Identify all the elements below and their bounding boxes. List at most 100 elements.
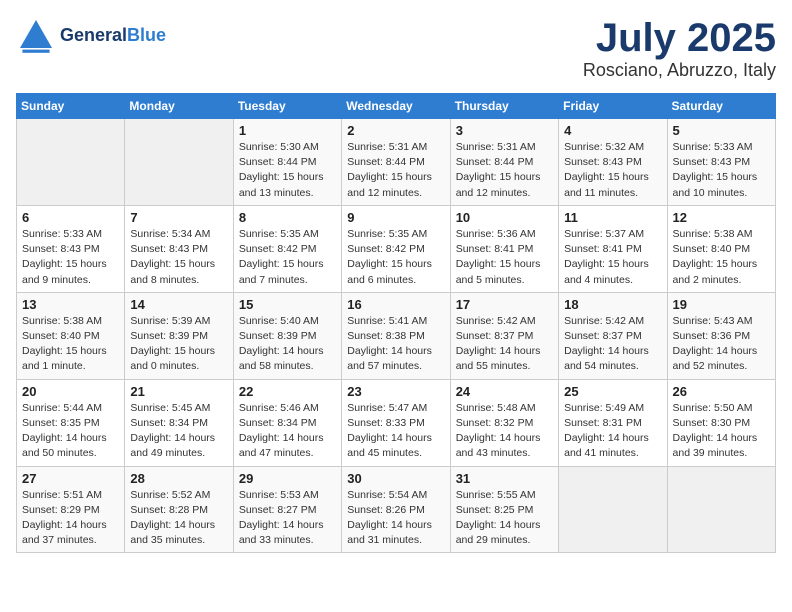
day-info: Sunrise: 5:51 AMSunset: 8:29 PMDaylight:… [22,488,119,549]
col-friday: Friday [559,94,667,119]
month-title: July 2025 [583,16,776,60]
col-sunday: Sunday [17,94,125,119]
table-row: 7 Sunrise: 5:34 AMSunset: 8:43 PMDaylight… [125,205,233,292]
day-number: 8 [239,210,336,225]
table-row: 30 Sunrise: 5:54 AMSunset: 8:26 PMDayligh… [342,466,450,553]
day-number: 28 [130,471,227,486]
day-number: 7 [130,210,227,225]
table-row [125,119,233,206]
day-number: 2 [347,123,444,138]
day-info: Sunrise: 5:50 AMSunset: 8:30 PMDaylight:… [673,401,770,462]
day-info: Sunrise: 5:31 AMSunset: 8:44 PMDaylight:… [347,140,444,201]
day-info: Sunrise: 5:45 AMSunset: 8:34 PMDaylight:… [130,401,227,462]
col-wednesday: Wednesday [342,94,450,119]
table-row: 21Sunrise: 5:45 AMSunset: 8:34 PMDayligh… [125,379,233,466]
day-number: 31 [456,471,553,486]
day-info: Sunrise: 5:55 AMSunset: 8:25 PMDaylight:… [456,488,553,549]
day-info: Sunrise: 5:54 AMSunset: 8:26 PMDaylight:… [347,488,444,549]
day-info: Sunrise: 5:41 AMSunset: 8:38 PMDaylight:… [347,314,444,375]
table-row: 12Sunrise: 5:38 AMSunset: 8:40 PMDayligh… [667,205,775,292]
title-section: July 2025 Rosciano, Abruzzo, Italy [583,16,776,81]
table-row: 1 Sunrise: 5:30 AMSunset: 8:44 PMDaylight… [233,119,341,206]
day-number: 25 [564,384,661,399]
table-row: 31 Sunrise: 5:55 AMSunset: 8:25 PMDayligh… [450,466,558,553]
day-info: Sunrise: 5:39 AMSunset: 8:39 PMDaylight:… [130,314,227,375]
table-row [667,466,775,553]
day-number: 3 [456,123,553,138]
table-row: 6 Sunrise: 5:33 AMSunset: 8:43 PMDaylight… [17,205,125,292]
day-number: 1 [239,123,336,138]
day-number: 6 [22,210,119,225]
col-monday: Monday [125,94,233,119]
day-info: Sunrise: 5:37 AMSunset: 8:41 PMDaylight:… [564,227,661,288]
day-info: Sunrise: 5:43 AMSunset: 8:36 PMDaylight:… [673,314,770,375]
table-row: 27 Sunrise: 5:51 AMSunset: 8:29 PMDayligh… [17,466,125,553]
calendar-week-row: 27 Sunrise: 5:51 AMSunset: 8:29 PMDayligh… [17,466,776,553]
table-row: 23 Sunrise: 5:47 AMSunset: 8:33 PMDayligh… [342,379,450,466]
day-info: Sunrise: 5:31 AMSunset: 8:44 PMDaylight:… [456,140,553,201]
day-info: Sunrise: 5:49 AMSunset: 8:31 PMDaylight:… [564,401,661,462]
day-number: 11 [564,210,661,225]
table-row: 29Sunrise: 5:53 AMSunset: 8:27 PMDayligh… [233,466,341,553]
logo-general-text: GeneralBlue [60,26,166,46]
day-number: 19 [673,297,770,312]
table-row: 4Sunrise: 5:32 AMSunset: 8:43 PMDaylight… [559,119,667,206]
day-number: 29 [239,471,336,486]
location-title: Rosciano, Abruzzo, Italy [583,60,776,81]
day-number: 24 [456,384,553,399]
col-tuesday: Tuesday [233,94,341,119]
day-number: 26 [673,384,770,399]
day-info: Sunrise: 5:35 AMSunset: 8:42 PMDaylight:… [239,227,336,288]
table-row: 9 Sunrise: 5:35 AMSunset: 8:42 PMDaylight… [342,205,450,292]
day-info: Sunrise: 5:46 AMSunset: 8:34 PMDaylight:… [239,401,336,462]
table-row: 14 Sunrise: 5:39 AMSunset: 8:39 PMDayligh… [125,292,233,379]
table-row: 16 Sunrise: 5:41 AMSunset: 8:38 PMDayligh… [342,292,450,379]
day-info: Sunrise: 5:47 AMSunset: 8:33 PMDaylight:… [347,401,444,462]
day-info: Sunrise: 5:42 AMSunset: 8:37 PMDaylight:… [564,314,661,375]
day-number: 20 [22,384,119,399]
col-saturday: Saturday [667,94,775,119]
day-number: 22 [239,384,336,399]
col-thursday: Thursday [450,94,558,119]
day-info: Sunrise: 5:48 AMSunset: 8:32 PMDaylight:… [456,401,553,462]
day-info: Sunrise: 5:30 AMSunset: 8:44 PMDaylight:… [239,140,336,201]
day-number: 13 [22,297,119,312]
day-number: 15 [239,297,336,312]
day-number: 18 [564,297,661,312]
day-number: 27 [22,471,119,486]
table-row: 13 Sunrise: 5:38 AMSunset: 8:40 PMDayligh… [17,292,125,379]
day-number: 17 [456,297,553,312]
calendar-header-row: Sunday Monday Tuesday Wednesday Thursday… [17,94,776,119]
table-row: 26 Sunrise: 5:50 AMSunset: 8:30 PMDayligh… [667,379,775,466]
table-row: 24 Sunrise: 5:48 AMSunset: 8:32 PMDayligh… [450,379,558,466]
day-info: Sunrise: 5:35 AMSunset: 8:42 PMDaylight:… [347,227,444,288]
day-info: Sunrise: 5:38 AMSunset: 8:40 PMDaylight:… [22,314,119,375]
table-row: 20 Sunrise: 5:44 AMSunset: 8:35 PMDayligh… [17,379,125,466]
table-row: 5 Sunrise: 5:33 AMSunset: 8:43 PMDaylight… [667,119,775,206]
day-info: Sunrise: 5:34 AMSunset: 8:43 PMDaylight:… [130,227,227,288]
logo-brand: GeneralBlue [60,26,166,46]
day-info: Sunrise: 5:42 AMSunset: 8:37 PMDaylight:… [456,314,553,375]
day-number: 16 [347,297,444,312]
table-row: 28 Sunrise: 5:52 AMSunset: 8:28 PMDayligh… [125,466,233,553]
day-info: Sunrise: 5:33 AMSunset: 8:43 PMDaylight:… [22,227,119,288]
calendar-week-row: 1 Sunrise: 5:30 AMSunset: 8:44 PMDaylight… [17,119,776,206]
calendar-table: Sunday Monday Tuesday Wednesday Thursday… [16,93,776,553]
logo: GeneralBlue [16,16,166,56]
day-info: Sunrise: 5:33 AMSunset: 8:43 PMDaylight:… [673,140,770,201]
day-number: 30 [347,471,444,486]
day-number: 5 [673,123,770,138]
day-number: 23 [347,384,444,399]
day-number: 4 [564,123,661,138]
table-row: 25 Sunrise: 5:49 AMSunset: 8:31 PMDayligh… [559,379,667,466]
table-row: 3 Sunrise: 5:31 AMSunset: 8:44 PMDaylight… [450,119,558,206]
calendar-week-row: 20 Sunrise: 5:44 AMSunset: 8:35 PMDayligh… [17,379,776,466]
day-info: Sunrise: 5:40 AMSunset: 8:39 PMDaylight:… [239,314,336,375]
day-info: Sunrise: 5:52 AMSunset: 8:28 PMDaylight:… [130,488,227,549]
day-info: Sunrise: 5:44 AMSunset: 8:35 PMDaylight:… [22,401,119,462]
day-number: 10 [456,210,553,225]
day-number: 9 [347,210,444,225]
day-number: 14 [130,297,227,312]
table-row: 8 Sunrise: 5:35 AMSunset: 8:42 PMDaylight… [233,205,341,292]
table-row [559,466,667,553]
